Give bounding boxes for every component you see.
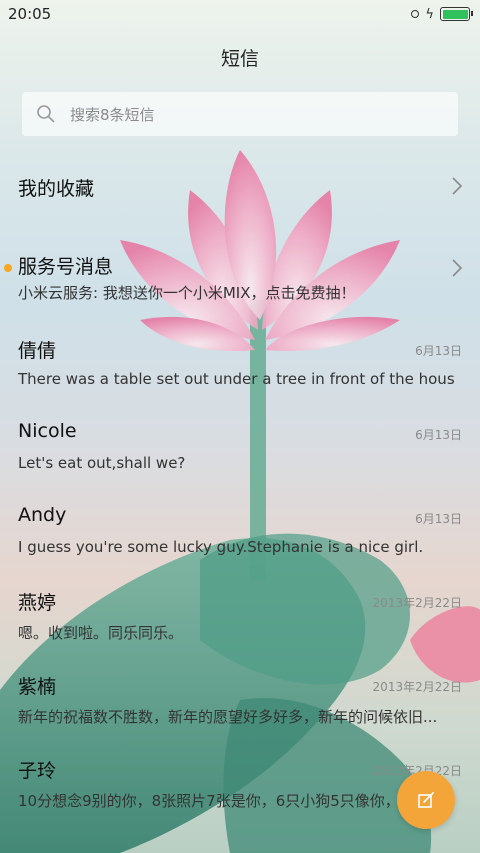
row-preview: Let's eat out,shall we? (18, 454, 186, 472)
alarm-dot-icon (411, 10, 420, 18)
favorites-row[interactable]: 我的收藏 (0, 160, 480, 244)
row-date: 6月13日 (415, 428, 462, 442)
row-date: 6月13日 (415, 344, 462, 358)
conversation-row[interactable]: 燕婷 2013年2月22日 嗯。收到啦。同乐同乐。 (0, 580, 480, 664)
compose-button[interactable] (397, 771, 455, 829)
row-name: 子玲 (18, 760, 57, 782)
row-date: 6月13日 (415, 512, 462, 526)
row-preview: 嗯。收到啦。同乐同乐。 (18, 624, 184, 642)
unread-dot (4, 264, 12, 272)
compose-icon (418, 792, 434, 808)
row-name: Andy (18, 504, 67, 526)
search-placeholder: 搜索8条短信 (70, 105, 155, 124)
row-preview: 小米云服务: 我想送你一个小米MIX，点击免费抽！ (18, 284, 356, 302)
conversation-row[interactable]: Nicole 6月13日 Let's eat out,shall we? (0, 412, 480, 496)
chevron-right-icon (452, 259, 463, 277)
row-preview: 新年的祝福数不胜数，新年的愿望好多好多，新年的问候依旧... (18, 708, 438, 726)
row-preview: I guess you're some lucky guy.Stephanie … (18, 538, 424, 556)
conversation-row[interactable]: 紫楠 2013年2月22日 新年的祝福数不胜数，新年的愿望好多好多，新年的问候依… (0, 664, 480, 748)
row-preview: 10分想念9别的你，8张照片7张是你，6只小狗5只像你， (18, 792, 390, 810)
row-name: 我的收藏 (18, 178, 95, 200)
row-name: 紫楠 (18, 676, 57, 698)
row-preview: There was a table set out under a tree i… (18, 370, 455, 388)
row-name: 燕婷 (18, 592, 57, 614)
conversation-row[interactable]: Andy 6月13日 I guess you're some lucky guy… (0, 496, 480, 580)
row-date: 2013年2月22日 (372, 680, 462, 694)
search-bar[interactable]: 搜索8条短信 (22, 92, 458, 136)
status-bar: 20:05 ϟ (0, 0, 480, 28)
battery-level (442, 9, 468, 19)
row-date: 2013年2月22日 (372, 596, 462, 610)
status-time: 20:05 (8, 5, 52, 23)
page-title: 短信 (220, 48, 259, 70)
service-messages-row[interactable]: 服务号消息 小米云服务: 我想送你一个小米MIX，点击免费抽！ (0, 244, 480, 328)
search-icon (37, 105, 55, 123)
battery-icon (440, 7, 473, 21)
row-name: 服务号消息 (18, 256, 114, 278)
conversation-row[interactable]: 倩倩 6月13日 There was a table set out under… (0, 328, 480, 412)
charging-icon: ϟ (425, 6, 434, 22)
chevron-right-icon (452, 177, 463, 195)
status-icons: ϟ (411, 6, 473, 22)
row-name: Nicole (18, 420, 77, 442)
row-name: 倩倩 (18, 340, 57, 362)
